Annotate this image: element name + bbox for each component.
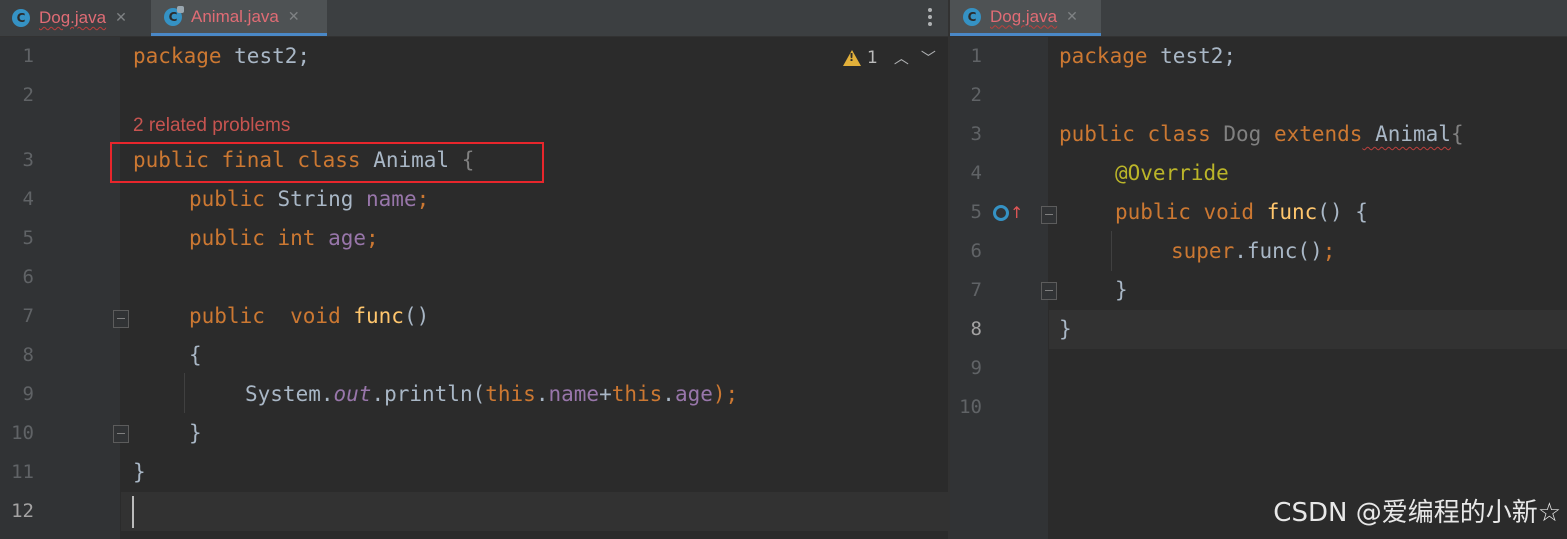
left-tab-bar: C Dog.java ✕ C Animal.java ✕ [0,0,948,37]
highlight-annotation-box [110,142,544,183]
line-number: 2 [970,84,982,106]
code-line: } [133,460,146,484]
code-line: public class Dog extends Animal{ [1059,122,1464,146]
line-number: 7 [970,279,982,301]
line-number: 8 [970,318,982,340]
class-icon: C [12,9,30,27]
code-line: package test2; [1059,44,1237,68]
code-line: } [1059,317,1072,341]
line-number: 3 [22,149,34,171]
line-number: 7 [22,305,34,327]
chevron-up-icon[interactable]: ︿ [894,47,909,68]
line-number: 11 [11,461,34,483]
line-number-gutter: 1 2 3 4 5 6 7 8 9 10 ↑ [950,37,1057,539]
right-editor-pane: C Dog.java ✕ 1 2 3 4 5 6 7 8 9 10 ↑ pack… [950,0,1567,539]
overrides-method-icon[interactable]: ↑ [993,203,1023,222]
right-tab-bar: C Dog.java ✕ [950,0,1567,37]
line-number: 5 [22,227,34,249]
tab-dog-java[interactable]: C Dog.java ✕ [950,0,1101,36]
line-number: 3 [970,123,982,145]
class-icon: C [963,7,981,26]
code-line: public int age; [189,226,379,250]
code-line: { [189,343,202,367]
tab-label: Dog.java [39,8,107,27]
line-number: 9 [970,357,982,379]
tab-animal-java[interactable]: C Animal.java ✕ [151,0,327,36]
code-line: } [189,421,202,445]
line-number: 6 [970,240,982,262]
code-line: package test2; [133,44,311,68]
close-icon[interactable]: ✕ [288,9,300,25]
class-icon: C [164,5,184,26]
tab-dog-java[interactable]: C Dog.java ✕ [12,0,150,36]
watermark: CSDN @爱编程的小新☆ [1273,498,1561,528]
line-number-gutter: 1 2 3 4 5 6 7 8 9 10 11 12 [0,37,129,539]
related-problems-hint[interactable]: 2 related problems [133,115,290,137]
line-number: 2 [22,84,34,106]
left-code-area[interactable]: package test2; 2 related problems public… [121,37,948,539]
tab-label: Animal.java [191,6,279,26]
line-number: 1 [970,45,982,67]
line-number: 9 [22,383,34,405]
code-line: public String name; [189,187,430,211]
text-caret [132,496,134,528]
warning-count: 1 [867,47,878,68]
code-line: public void func() { [1115,200,1368,224]
line-number: 10 [959,396,982,418]
right-code-area[interactable]: package test2; public class Dog extends … [1049,37,1567,539]
chevron-down-icon[interactable]: ﹀ [921,47,936,68]
line-number: 5 [970,201,982,223]
code-line: System.out.println(this.name+this.age); [245,382,739,406]
line-number: 6 [22,266,34,288]
tab-label: Dog.java [990,6,1058,26]
code-line: } [1115,278,1128,302]
left-editor-pane: C Dog.java ✕ C Animal.java ✕ 1 2 3 4 5 6… [0,0,948,539]
code-line: public void func() [189,304,430,328]
line-number: 8 [22,344,34,366]
more-options-icon[interactable] [922,6,938,30]
warning-icon [843,49,861,66]
inspection-widget[interactable]: 1 ︿ ﹀ [843,47,936,68]
line-number: 4 [970,162,982,184]
code-line: super.func(); [1171,239,1336,263]
current-line-highlight [121,492,948,531]
line-number: 12 [11,500,34,522]
line-number: 10 [11,422,34,444]
line-number: 1 [22,45,34,67]
line-number: 4 [22,188,34,210]
close-icon[interactable]: ✕ [1066,9,1078,25]
close-icon[interactable]: ✕ [115,10,127,26]
code-line: @Override [1115,161,1229,185]
